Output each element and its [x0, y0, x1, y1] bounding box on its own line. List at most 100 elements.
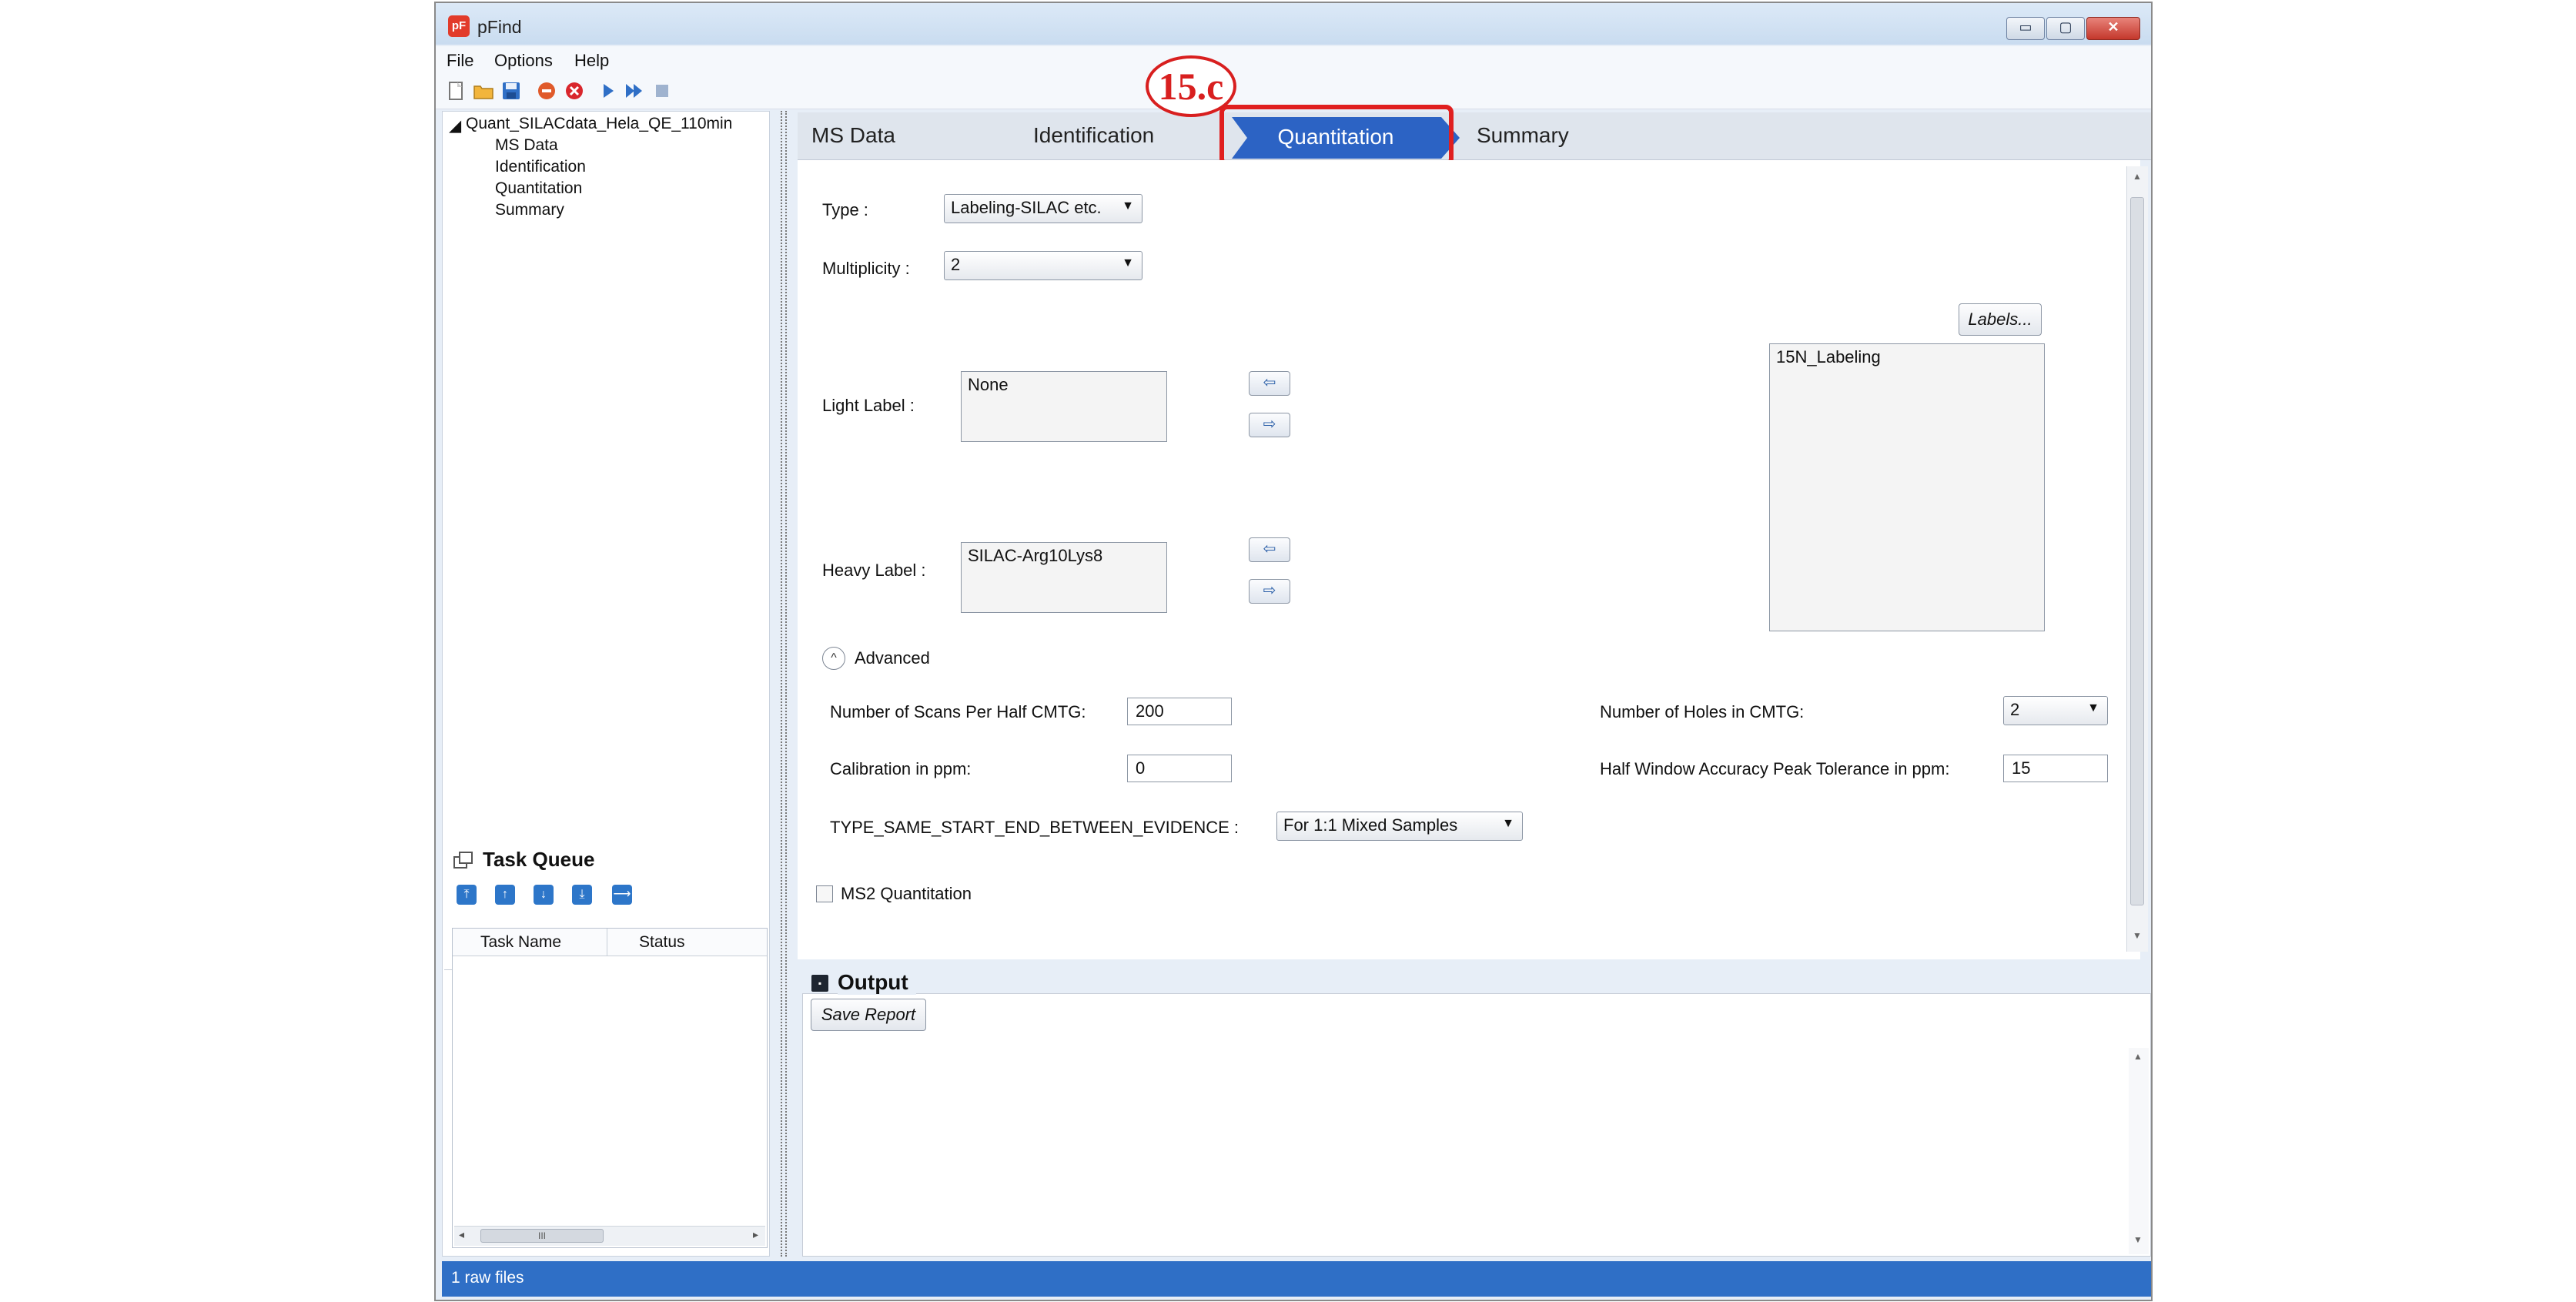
- chevron-down-icon: ▼: [2087, 701, 2099, 715]
- advanced-label[interactable]: Advanced: [855, 648, 930, 668]
- output-title: Output: [838, 970, 916, 995]
- light-label: Light Label :: [822, 396, 915, 415]
- save-icon[interactable]: [500, 80, 522, 102]
- calibration-label: Calibration in ppm:: [830, 759, 972, 778]
- status-text: 1 raw files: [451, 1269, 524, 1287]
- remove-task-icon[interactable]: ⟶: [612, 885, 632, 905]
- tree-item-identification[interactable]: Identification: [495, 158, 586, 176]
- panel-splitter[interactable]: [781, 111, 787, 1257]
- multiplicity-dropdown[interactable]: 2 ▼: [944, 251, 1142, 280]
- heavy-label-list[interactable]: SILAC-Arg10Lys8: [961, 542, 1167, 613]
- stop-square-icon[interactable]: [651, 80, 673, 102]
- horizontal-scrollbar[interactable]: ◂ III ▸: [454, 1226, 765, 1246]
- scroll-down-icon[interactable]: ▼: [2133, 1234, 2143, 1245]
- ms2-quantitation-checkbox[interactable]: [816, 885, 833, 902]
- move-left-light-button[interactable]: ⇦: [1249, 371, 1290, 396]
- tab-ms-data[interactable]: MS Data: [811, 123, 895, 148]
- holes-in-cmtg-value: 2: [2010, 700, 2020, 719]
- close-button[interactable]: ✕: [2086, 17, 2140, 40]
- close-icon: ✕: [2107, 19, 2119, 35]
- chevron-down-icon: ▼: [1122, 256, 1134, 269]
- scroll-up-icon[interactable]: ▲: [2133, 1051, 2143, 1062]
- move-top-icon[interactable]: ⤒: [457, 885, 477, 905]
- column-task-name[interactable]: Task Name: [480, 933, 561, 952]
- type-same-start-end-value: For 1:1 Mixed Samples: [1283, 815, 1458, 835]
- run-icon[interactable]: [597, 80, 619, 102]
- app-window: pF pFind ▭ ▢ ✕ File Options Help ◢ Quant…: [434, 2, 2153, 1301]
- type-same-start-end-dropdown[interactable]: For 1:1 Mixed Samples ▼: [1276, 812, 1523, 841]
- vertical-scroll-thumb[interactable]: [2130, 197, 2144, 905]
- scans-per-half-cmtg-label: Number of Scans Per Half CMTG:: [830, 702, 1086, 721]
- holes-in-cmtg-label: Number of Holes in CMTG:: [1600, 702, 1805, 721]
- half-window-label: Half Window Accuracy Peak Tolerance in p…: [1600, 759, 1950, 778]
- scroll-right-icon[interactable]: ▸: [753, 1228, 758, 1241]
- move-right-heavy-button[interactable]: ⇨: [1249, 579, 1290, 604]
- available-labels-list[interactable]: 15N_Labeling: [1769, 343, 2045, 631]
- tab-summary[interactable]: Summary: [1477, 123, 1569, 148]
- task-queue-table[interactable]: Task Name Status ◂ III ▸: [452, 928, 768, 1248]
- half-window-input[interactable]: 15: [2003, 755, 2108, 782]
- save-report-button[interactable]: Save Report: [811, 999, 926, 1031]
- tree-item-quantitation[interactable]: Quantitation: [495, 179, 582, 198]
- ms2-quantitation-label[interactable]: MS2 Quantitation: [841, 884, 972, 904]
- app-icon: pF: [448, 15, 470, 37]
- tree-item-ms-data[interactable]: MS Data: [495, 136, 558, 155]
- calibration-input[interactable]: 0: [1127, 755, 1232, 782]
- new-file-icon[interactable]: [445, 80, 467, 102]
- scroll-down-icon[interactable]: ▼: [2133, 930, 2142, 941]
- window-title: pFind: [477, 17, 522, 37]
- output-scrollbar[interactable]: ▲ ▼: [2129, 1048, 2149, 1254]
- run-all-icon[interactable]: [624, 80, 645, 102]
- list-item[interactable]: SILAC-Arg10Lys8: [968, 546, 1160, 566]
- title-bar: pF pFind ▭ ▢ ✕: [436, 3, 2151, 45]
- type-value: Labeling-SILAC etc.: [951, 198, 1102, 217]
- scans-per-half-cmtg-input[interactable]: 200: [1127, 698, 1232, 725]
- tree-item-summary[interactable]: Summary: [495, 201, 564, 219]
- holes-in-cmtg-dropdown[interactable]: 2 ▼: [2003, 696, 2108, 725]
- multiplicity-value: 2: [951, 255, 961, 274]
- chevron-down-icon: ▼: [1502, 817, 1514, 830]
- type-same-start-end-label: TYPE_SAME_START_END_BETWEEN_EVIDENCE :: [830, 818, 1239, 837]
- multiplicity-label: Multiplicity :: [822, 259, 910, 278]
- status-bar: 1 raw files: [442, 1261, 2151, 1297]
- console-icon: ▪: [811, 975, 828, 992]
- output-panel: Save Report ▲ ▼: [802, 993, 2151, 1257]
- menu-bar: File Options Help: [436, 46, 2151, 72]
- list-item[interactable]: 15N_Labeling: [1776, 347, 2038, 367]
- task-queue-icon: [453, 852, 473, 869]
- advanced-collapse-icon[interactable]: ^: [822, 647, 845, 670]
- annotation-highlight-box: [1219, 105, 1454, 166]
- tree-expand-icon[interactable]: ◢: [449, 116, 461, 136]
- project-panel: ◢ Quant_SILACdata_Hela_QE_110min MS Data…: [442, 111, 770, 1257]
- minimize-button[interactable]: ▭: [2006, 17, 2045, 40]
- stop-icon[interactable]: [536, 80, 557, 102]
- list-item[interactable]: None: [968, 375, 1160, 395]
- annotation-step-label: 15.c: [1146, 55, 1236, 117]
- horizontal-scroll-thumb[interactable]: III: [480, 1229, 604, 1243]
- maximize-button[interactable]: ▢: [2046, 17, 2085, 40]
- menu-help[interactable]: Help: [574, 51, 609, 71]
- menu-file[interactable]: File: [447, 51, 473, 71]
- move-right-light-button[interactable]: ⇨: [1249, 413, 1290, 437]
- move-up-icon[interactable]: ↑: [495, 885, 515, 905]
- scroll-up-icon[interactable]: ▲: [2133, 171, 2142, 182]
- labels-button[interactable]: Labels...: [1959, 303, 2042, 336]
- heavy-label: Heavy Label :: [822, 561, 926, 580]
- move-left-heavy-button[interactable]: ⇦: [1249, 537, 1290, 562]
- minimize-icon: ▭: [2019, 19, 2032, 35]
- delete-icon[interactable]: [564, 80, 585, 102]
- light-label-list[interactable]: None: [961, 371, 1167, 442]
- step-tabs: MS Data Identification Summary: [798, 112, 2151, 160]
- scroll-left-icon[interactable]: ◂: [459, 1228, 464, 1241]
- menu-options[interactable]: Options: [494, 51, 553, 71]
- vertical-scrollbar[interactable]: ▲ ▼: [2126, 166, 2148, 952]
- type-dropdown[interactable]: Labeling-SILAC etc. ▼: [944, 194, 1142, 223]
- move-bottom-icon[interactable]: ⤓: [572, 885, 592, 905]
- tree-root[interactable]: Quant_SILACdata_Hela_QE_110min: [466, 115, 732, 133]
- column-status[interactable]: Status: [639, 933, 685, 952]
- move-down-icon[interactable]: ↓: [534, 885, 554, 905]
- quantitation-form: Type : Labeling-SILAC etc. ▼ Multiplicity…: [798, 160, 2140, 959]
- open-folder-icon[interactable]: [473, 80, 494, 102]
- task-queue-title: Task Queue: [477, 848, 601, 872]
- tab-identification[interactable]: Identification: [1033, 123, 1154, 148]
